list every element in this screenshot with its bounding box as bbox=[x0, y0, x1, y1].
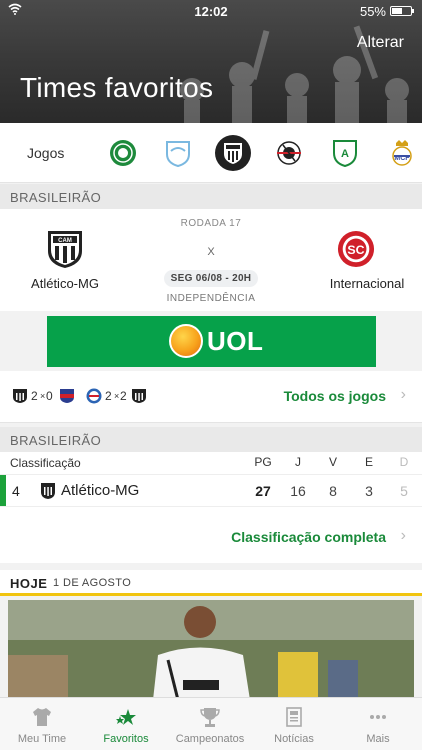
col-d: D bbox=[399, 455, 409, 469]
status-time: 12:02 bbox=[194, 4, 228, 19]
col-j: J bbox=[295, 455, 301, 469]
bahia-crest-icon bbox=[86, 388, 102, 404]
tab-label: Notícias bbox=[274, 733, 314, 745]
tab-mais[interactable]: Mais bbox=[336, 698, 420, 750]
palmeiras-crest-icon bbox=[110, 140, 136, 166]
atletico-mg-crest-icon bbox=[41, 483, 55, 499]
standings-row[interactable]: 4 Atlético-MG 27 16 8 3 5 bbox=[0, 474, 422, 507]
atletico-mg-crest-icon bbox=[13, 389, 27, 403]
match-datetime: SEG 06/08 - 20H bbox=[164, 270, 258, 287]
battery-icon bbox=[390, 6, 414, 16]
stars-icon bbox=[116, 709, 136, 725]
away-team-name: Internacional bbox=[329, 276, 405, 291]
uol-brand-text: UOL bbox=[207, 326, 264, 356]
section-label-brasileirao: BRASILEIRÃO bbox=[0, 184, 422, 210]
battery-percent: 55% bbox=[359, 4, 386, 19]
all-games-link[interactable]: Todos os jogos bbox=[284, 388, 386, 404]
jogos-label: Jogos bbox=[27, 145, 65, 161]
tab-label: Meu Time bbox=[17, 733, 67, 745]
result-2-separator: × bbox=[114, 391, 120, 401]
real-madrid-crest-icon: MCF bbox=[392, 140, 412, 166]
tab-bar: Meu Time Favoritos Campeonatos Notícias … bbox=[0, 697, 422, 750]
team-name: Atlético-MG bbox=[61, 482, 140, 499]
svg-text:SC: SC bbox=[347, 243, 364, 257]
team-atletico-button[interactable] bbox=[215, 135, 251, 171]
status-bar: 12:02 55% bbox=[0, 0, 422, 22]
result-2-home-score: 2 bbox=[105, 389, 112, 403]
page-title: Times favoritos bbox=[20, 72, 214, 103]
section-label-standings: BRASILEIRÃO bbox=[0, 427, 422, 453]
next-match-card[interactable]: CAM Atlético-MG RODADA 17 X SEG 06/08 - … bbox=[0, 209, 422, 311]
today-header: HOJE 1 DE AGOSTO bbox=[0, 570, 422, 596]
team-palmeiras-button[interactable] bbox=[107, 137, 139, 169]
match-stadium: INDEPENDÊNCIA bbox=[166, 293, 256, 304]
col-v: V bbox=[328, 455, 337, 469]
edit-button[interactable]: Alterar bbox=[357, 34, 404, 52]
team-games: 16 bbox=[290, 483, 306, 499]
uol-ad-banner[interactable]: UOL bbox=[47, 316, 376, 367]
col-e: E bbox=[364, 455, 373, 469]
result-1-away-score: 0 bbox=[46, 389, 53, 403]
tab-favoritos[interactable]: Favoritos bbox=[84, 698, 168, 750]
col-pg: PG bbox=[254, 455, 272, 469]
team-wins: 8 bbox=[329, 483, 337, 499]
svg-text:MCF: MCF bbox=[394, 155, 410, 162]
header: 12:02 55% Alterar Times favoritos bbox=[0, 0, 422, 123]
result-1-separator: × bbox=[40, 391, 46, 401]
today-label: HOJE bbox=[10, 576, 48, 591]
shirt-icon bbox=[33, 708, 51, 726]
highlight-bar bbox=[0, 475, 6, 507]
standings-title: Classificação bbox=[10, 456, 81, 470]
tab-meu-time[interactable]: Meu Time bbox=[0, 698, 84, 750]
tab-label: Favoritos bbox=[103, 733, 149, 745]
favorite-teams-row: Jogos A MCF bbox=[0, 123, 422, 183]
atletico-mg-crest-icon bbox=[224, 143, 242, 164]
home-team-name: Atlético-MG bbox=[31, 276, 99, 291]
ad-area: UOL bbox=[0, 311, 422, 370]
svg-text:CAM: CAM bbox=[58, 238, 72, 244]
player-photo-image bbox=[8, 600, 414, 700]
america-mg-crest-icon: A bbox=[333, 140, 357, 167]
team-draws: 3 bbox=[365, 483, 373, 499]
team-corinthians-button[interactable] bbox=[273, 137, 305, 169]
standings-header: Classificação PG J V E D bbox=[0, 452, 422, 474]
tab-campeonatos[interactable]: Campeonatos bbox=[168, 698, 252, 750]
trophy-icon bbox=[200, 708, 220, 727]
newspaper-icon bbox=[286, 707, 302, 727]
team-real-madrid-button[interactable]: MCF bbox=[386, 137, 418, 169]
team-america-button[interactable]: A bbox=[329, 137, 361, 169]
more-dots-icon bbox=[370, 715, 386, 719]
uol-logo-icon bbox=[169, 324, 203, 358]
full-standings-link[interactable]: Classificação completa bbox=[231, 529, 386, 545]
team-position: 4 bbox=[12, 483, 20, 499]
atletico-mg-crest-icon bbox=[132, 389, 146, 403]
match-round: RODADA 17 bbox=[180, 218, 242, 229]
tab-noticias[interactable]: Notícias bbox=[252, 698, 336, 750]
tab-label: Campeonatos bbox=[175, 733, 245, 745]
result-1-home-score: 2 bbox=[31, 389, 38, 403]
corinthians-crest-icon bbox=[277, 141, 301, 165]
svg-text:A: A bbox=[341, 148, 349, 160]
news-photo[interactable] bbox=[8, 600, 414, 700]
team-londrina-button[interactable] bbox=[162, 137, 194, 169]
team-points: 27 bbox=[255, 483, 271, 499]
today-date: 1 DE AGOSTO bbox=[53, 577, 132, 589]
chevron-right-icon: › bbox=[400, 527, 406, 544]
full-standings-row[interactable]: Classificação completa › bbox=[0, 506, 422, 563]
tab-label: Mais bbox=[366, 733, 390, 745]
londrina-crest-icon bbox=[166, 141, 190, 167]
internacional-crest-icon: SC bbox=[337, 230, 375, 268]
result-2-away-score: 2 bbox=[120, 389, 127, 403]
parana-crest-icon bbox=[60, 389, 74, 403]
team-losses: 5 bbox=[400, 483, 408, 499]
chevron-right-icon: › bbox=[400, 386, 406, 403]
recent-results-row[interactable]: 2 × 0 2 × 2 Todos os jogos › bbox=[0, 371, 422, 423]
